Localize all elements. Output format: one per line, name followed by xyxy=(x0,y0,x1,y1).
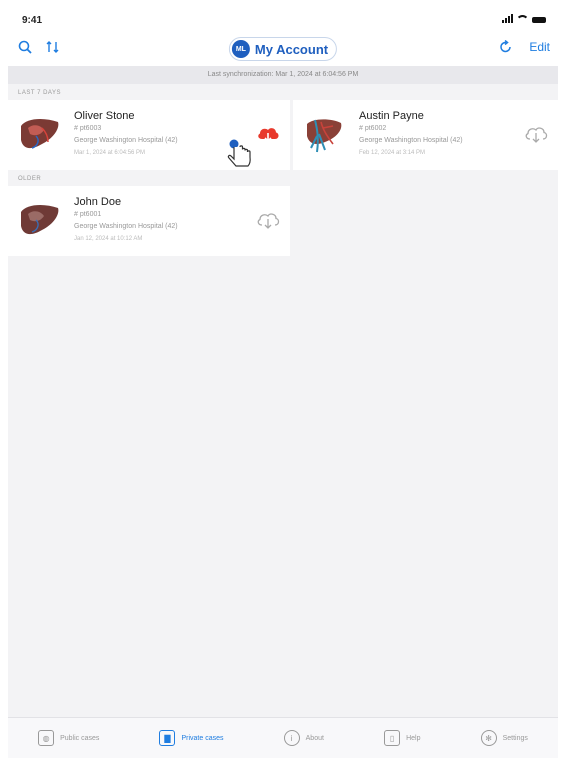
case-id: # pt6002 xyxy=(359,125,387,132)
tap-hand-icon xyxy=(227,139,251,167)
case-date: Mar 1, 2024 at 6:04:56 PM xyxy=(74,150,146,156)
tab-about[interactable]: i About xyxy=(283,730,324,746)
globe-icon: ◍ xyxy=(38,730,55,746)
case-id: # pt6001 xyxy=(74,211,102,218)
gear-icon: ✻ xyxy=(480,730,497,746)
avatar: ML xyxy=(231,40,250,58)
section-header-last-7-days: LAST 7 DAYS xyxy=(18,90,61,96)
edit-button[interactable]: Edit xyxy=(529,40,550,54)
tab-label: Public cases xyxy=(60,734,100,742)
case-date: Jan 12, 2024 at 10:12 AM xyxy=(74,236,143,242)
liver-model-icon xyxy=(21,204,59,235)
info-icon: i xyxy=(283,730,300,746)
status-bar: 9:41 xyxy=(8,8,558,32)
tab-label: Private cases xyxy=(181,734,224,742)
liver-model-icon xyxy=(21,118,59,149)
case-id: # pt6003 xyxy=(74,125,102,132)
status-system-icons xyxy=(502,14,546,23)
cases-grid-older: John Doe # pt6001 George Washington Hosp… xyxy=(8,186,558,256)
case-card[interactable]: John Doe # pt6001 George Washington Hosp… xyxy=(8,186,290,256)
nav-left-actions xyxy=(18,40,60,54)
case-card[interactable]: Austin Payne # pt6002 George Washington … xyxy=(293,100,558,170)
tab-private-cases[interactable]: ▇ Private cases xyxy=(159,730,224,746)
case-name: Oliver Stone xyxy=(74,110,135,122)
cloud-download-icon[interactable] xyxy=(256,210,280,230)
tab-label: Help xyxy=(406,734,421,742)
liver-model-icon xyxy=(307,119,342,153)
tab-settings[interactable]: ✻ Settings xyxy=(480,730,528,746)
search-icon[interactable] xyxy=(18,40,32,54)
case-hospital: George Washington Hospital (42) xyxy=(359,137,463,144)
lock-icon: ▇ xyxy=(159,730,176,746)
nav-bar: ML My Account Edit xyxy=(8,32,558,66)
app-frame: 9:41 ML My Account Edit Last synchroniza… xyxy=(8,8,558,758)
tab-bar: ◍ Public cases ▇ Private cases i About ▯… xyxy=(8,717,558,758)
status-time: 9:41 xyxy=(22,15,43,26)
case-hospital: George Washington Hospital (42) xyxy=(74,137,178,144)
tab-public-cases[interactable]: ◍ Public cases xyxy=(38,730,99,746)
refresh-icon[interactable] xyxy=(499,40,513,54)
case-card[interactable]: Oliver Stone # pt6003 George Washington … xyxy=(8,100,290,170)
section-header-older: OLDER xyxy=(18,176,42,182)
sort-icon[interactable] xyxy=(46,40,60,54)
account-button[interactable]: ML My Account xyxy=(228,37,338,61)
nav-right-actions: Edit xyxy=(499,40,550,54)
cases-grid-last-7-days: Oliver Stone # pt6003 George Washington … xyxy=(8,100,558,170)
last-sync-bar: Last synchronization: Mar 1, 2024 at 6:0… xyxy=(8,66,558,84)
case-name: John Doe xyxy=(74,196,122,208)
signal-icon xyxy=(502,14,513,23)
case-date: Feb 12, 2024 at 3:14 PM xyxy=(359,150,426,156)
battery-icon xyxy=(532,17,546,23)
wifi-icon xyxy=(516,15,529,23)
tab-label: Settings xyxy=(502,734,528,742)
cloud-downloading-icon[interactable] xyxy=(256,124,280,144)
case-hospital: George Washington Hospital (42) xyxy=(74,223,178,230)
case-name: Austin Payne xyxy=(359,110,424,122)
tab-help[interactable]: ▯ Help xyxy=(384,730,420,746)
book-icon: ▯ xyxy=(384,730,401,746)
tab-label: About xyxy=(305,734,324,742)
account-label: My Account xyxy=(254,41,329,57)
cloud-download-icon[interactable] xyxy=(524,124,548,144)
